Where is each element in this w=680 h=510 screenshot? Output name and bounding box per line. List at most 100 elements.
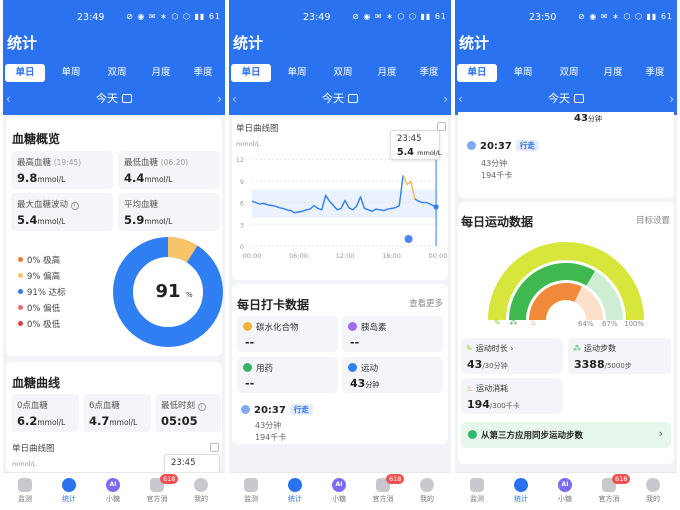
walk-icon — [241, 405, 250, 414]
status-time: 23:50 — [529, 12, 557, 23]
info-icon[interactable]: i — [197, 403, 206, 411]
kcal-label: 运动消耗 — [476, 384, 509, 393]
expand-icon[interactable] — [210, 443, 219, 452]
status-bar: 23:49 ⊘ ◉ ✉ ∗ ⬡ ⬡ ▮▮ 61 — [229, 11, 451, 25]
nav-stats[interactable]: 统计 — [273, 478, 317, 504]
tab-quarter[interactable]: 季度 — [635, 64, 675, 82]
glucose-line-chart[interactable]: 0 3 6 9 12 00:00 06:00 12:00 18:00 00:00 — [232, 148, 448, 268]
nav-messages[interactable]: 618 官方消 — [587, 474, 631, 504]
walk-kcal: 194千卡 — [481, 171, 513, 180]
fluct-value: 5.4 — [17, 213, 38, 227]
tab-month[interactable]: 月度 — [141, 64, 181, 82]
exercise-item[interactable]: 运动 43分钟 — [342, 357, 443, 393]
avg-unit: mmol/L — [144, 217, 173, 226]
exercise-marker — [404, 235, 413, 243]
nav-monitor[interactable]: 监测 — [455, 478, 499, 504]
fluct-unit: mmol/L — [37, 217, 66, 226]
nav-monitor[interactable]: 监测 — [229, 478, 273, 504]
duration-item[interactable]: ✎ 运动时长 › 43/30分钟 — [461, 338, 563, 374]
medication-item[interactable]: 用药 -- — [237, 357, 338, 393]
nav-label: 监测 — [244, 495, 258, 503]
next-day-icon[interactable]: › — [217, 88, 222, 110]
tab-day[interactable]: 单日 — [457, 64, 497, 82]
nav-assistant[interactable]: AI 小糖 — [91, 478, 135, 504]
nav-profile[interactable]: 我的 — [631, 478, 675, 504]
kcal-item[interactable]: ♨ 运动消耗 194/300千卡 — [461, 378, 563, 414]
x-tick-label: 00:00 — [429, 252, 448, 260]
nav-stats[interactable]: 统计 — [47, 478, 91, 504]
date-label: 今天 — [322, 92, 344, 105]
tab-week[interactable]: 单周 — [503, 64, 543, 82]
min-unit: mmol/L — [144, 175, 173, 184]
chart-card: 单日曲线图 mmol/L 0 3 6 9 12 00:00 06:00 12:00 18:00 0… — [232, 118, 448, 280]
nav-messages[interactable]: 618 官方消 — [361, 474, 405, 504]
dot-icon — [18, 289, 23, 294]
screen-overview: 23:49 ⊘ ◉ ✉ ∗ ⬡ ⬡ ▮▮ 61 统计 单日 单周 双周 月度 季… — [3, 0, 225, 510]
nav-profile[interactable]: 我的 — [405, 478, 449, 504]
steps-item[interactable]: ⁂ 运动步数 3388/5000步 — [568, 338, 671, 374]
y-tick-label: 9 — [240, 178, 244, 186]
max-time: (19:45) — [53, 158, 82, 167]
nav-label: 小糖 — [106, 495, 120, 503]
nav-label: 小糖 — [558, 495, 572, 503]
duration-label: 运动时长 — [475, 344, 508, 353]
tab-two-weeks[interactable]: 双周 — [549, 64, 589, 82]
prev-day-icon[interactable]: ‹ — [232, 88, 237, 110]
carb-item[interactable]: 碳水化合物 -- — [237, 316, 338, 352]
tab-week[interactable]: 单周 — [51, 64, 91, 82]
monitor-icon — [244, 478, 258, 492]
kcal-value: 194 — [467, 398, 490, 411]
goal-settings-link[interactable]: 目标设置 — [636, 214, 670, 226]
gauge-tick-1: 64% — [578, 320, 594, 328]
nav-profile[interactable]: 我的 — [179, 478, 223, 504]
info-icon[interactable]: i — [70, 202, 79, 210]
legend-label: 0% 偏低 — [27, 304, 61, 314]
carb-label: 碳水化合物 — [256, 323, 299, 333]
walk-record[interactable]: 20:37 行走 43分钟 194千卡 — [463, 136, 564, 184]
x-tick-label: 00:00 — [243, 252, 262, 260]
insulin-item[interactable]: 胰岛素 -- — [342, 316, 443, 352]
nav-label: 小糖 — [332, 495, 346, 503]
next-day-icon[interactable]: › — [669, 88, 674, 110]
tab-day[interactable]: 单日 — [231, 64, 271, 82]
tab-month[interactable]: 月度 — [367, 64, 407, 82]
calendar-icon[interactable] — [574, 94, 584, 103]
tab-quarter[interactable]: 季度 — [409, 64, 449, 82]
header: 23:49 ⊘ ◉ ✉ ∗ ⬡ ⬡ ▮▮ 61 统计 单日 单周 双周 月度 季… — [3, 0, 225, 115]
tab-day[interactable]: 单日 — [5, 64, 45, 82]
ai-icon: AI — [332, 478, 346, 492]
chart-unit: mmol/L — [12, 460, 37, 468]
walk-record[interactable]: 20:37 行走 43分钟 194千卡 — [237, 398, 338, 442]
nav-messages[interactable]: 618 官方消 — [135, 474, 179, 504]
date-selector[interactable]: ‹ 今天 › — [229, 88, 451, 110]
date-selector[interactable]: ‹ 今天 › — [3, 88, 225, 110]
tab-two-weeks[interactable]: 双周 — [323, 64, 363, 82]
tab-week[interactable]: 单周 — [277, 64, 317, 82]
sync-steps-button[interactable]: 从第三方应用同步运动步数 › — [461, 422, 671, 448]
walk-time: 20:37 — [480, 141, 512, 152]
prev-day-icon[interactable]: ‹ — [458, 88, 463, 110]
stats-icon — [514, 478, 528, 492]
calendar-icon[interactable] — [348, 94, 358, 103]
sync-label: 从第三方应用同步运动步数 — [481, 431, 584, 441]
medication-label: 用药 — [256, 364, 274, 374]
tab-two-weeks[interactable]: 双周 — [97, 64, 137, 82]
monitor-icon — [470, 478, 484, 492]
calendar-icon[interactable] — [122, 94, 132, 103]
tooltip-value: 5.4 — [397, 147, 414, 158]
insulin-value: -- — [350, 336, 360, 349]
date-selector[interactable]: ‹ 今天 › — [455, 88, 677, 110]
next-day-icon[interactable]: › — [443, 88, 448, 110]
nav-label: 官方消 — [372, 495, 394, 503]
min-value: 4.4 — [124, 171, 145, 185]
prev-day-icon[interactable]: ‹ — [6, 88, 11, 110]
view-more-link[interactable]: 查看更多 — [409, 297, 443, 309]
duration-icon: ✎ — [466, 344, 473, 353]
nav-stats[interactable]: 统计 — [499, 478, 543, 504]
nav-assistant[interactable]: AI 小糖 — [317, 478, 361, 504]
nav-monitor[interactable]: 监测 — [3, 478, 47, 504]
tab-month[interactable]: 月度 — [593, 64, 633, 82]
nav-assistant[interactable]: AI 小糖 — [543, 478, 587, 504]
tab-quarter[interactable]: 季度 — [183, 64, 223, 82]
walk-kcal: 194千卡 — [255, 433, 287, 442]
